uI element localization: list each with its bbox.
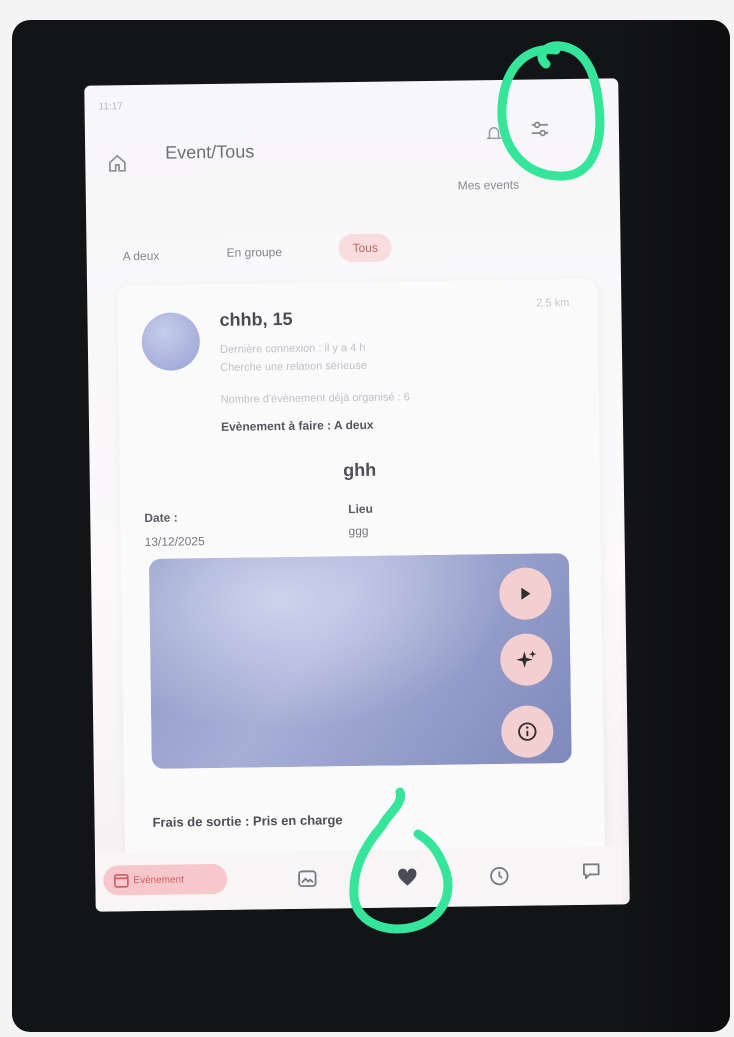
- nav-gallery-button[interactable]: [295, 867, 319, 891]
- events-organized-text: Nombre d'évènement déjà organisé : 6: [220, 391, 410, 406]
- info-icon: [518, 722, 537, 741]
- tab-a-deux[interactable]: A deux: [123, 249, 160, 264]
- last-connection-text: Dernière connexion : il y a 4 h: [219, 341, 366, 356]
- clock-icon: [490, 866, 509, 886]
- date-value: 13/12/2025: [144, 534, 205, 549]
- event-type-text: Evènement à faire : A deux: [220, 417, 374, 434]
- place-value: ggg: [348, 523, 369, 539]
- play-button[interactable]: [499, 567, 552, 621]
- event-card[interactable]: 2.5 km chhb, 15 Dernière connexion : il …: [117, 278, 606, 866]
- nav-chat-button[interactable]: [579, 859, 603, 883]
- profile-name-age: chhb, 15: [219, 308, 293, 330]
- tab-en-groupe[interactable]: En groupe: [227, 245, 283, 260]
- my-events-link[interactable]: Mes events: [458, 178, 520, 193]
- exit-fees-text: Frais de sortie : Pris en charge: [152, 812, 343, 830]
- nav-events-button[interactable]: Evènement: [103, 863, 228, 896]
- filter-tabs: A deux En groupe Tous: [86, 228, 621, 275]
- phone-screen: 11:17 Event/Tous Mes events A deux En gr…: [84, 78, 630, 912]
- info-button[interactable]: [500, 705, 554, 759]
- page-title: Event/Tous: [165, 141, 255, 163]
- chat-bubble-icon: [582, 863, 600, 880]
- home-icon[interactable]: [107, 153, 127, 173]
- status-bar: 11:17: [98, 101, 122, 112]
- place-label: Lieu: [348, 501, 373, 517]
- gallery-icon: [298, 870, 317, 888]
- photo-frame: 11:17 Event/Tous Mes events A deux En gr…: [12, 20, 730, 1032]
- event-media[interactable]: [148, 553, 572, 769]
- bell-icon[interactable]: [485, 124, 503, 142]
- nav-events-label: Evènement: [133, 873, 185, 886]
- filter-sliders-icon[interactable]: [529, 119, 551, 139]
- status-time: 11:17: [98, 101, 123, 113]
- tab-tous[interactable]: Tous: [338, 233, 393, 263]
- sparkle-icon: [516, 650, 537, 668]
- looking-for-text: Cherche une relation sérieuse: [220, 359, 368, 374]
- bottom-nav: Evènement: [94, 846, 630, 912]
- event-name: ghh: [343, 459, 377, 481]
- play-icon: [521, 587, 531, 600]
- calendar-icon: [114, 873, 129, 888]
- distance-label: 2.5 km: [536, 297, 570, 310]
- sparkle-button[interactable]: [499, 633, 553, 687]
- nav-history-button[interactable]: [487, 864, 511, 888]
- date-label: Date :: [144, 510, 178, 525]
- heart-icon: [398, 868, 417, 886]
- avatar[interactable]: [141, 312, 201, 371]
- nav-heart-button[interactable]: [395, 865, 419, 889]
